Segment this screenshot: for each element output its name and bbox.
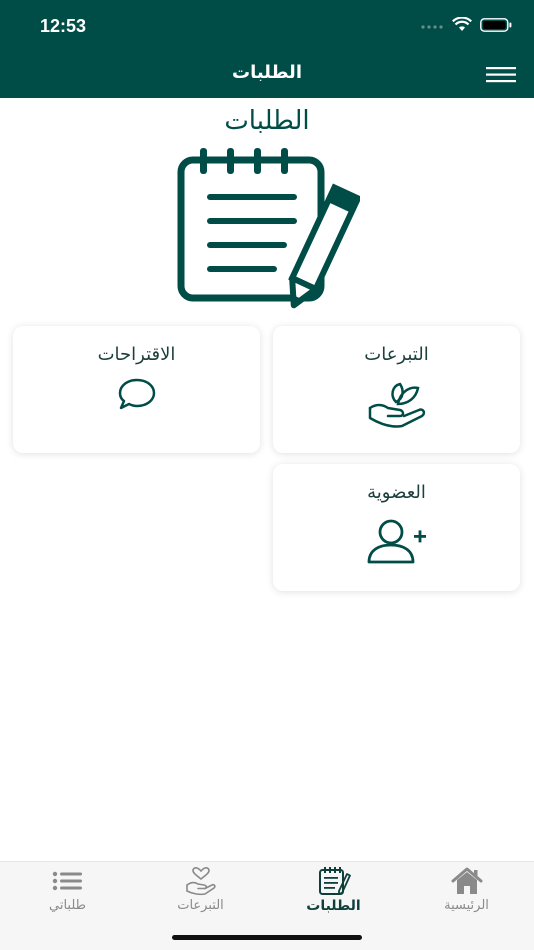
tab-label: الطلبات	[306, 898, 361, 914]
status-time: 12:53	[40, 16, 87, 36]
notepad-icon	[317, 866, 351, 900]
card-label: التبرعات	[364, 344, 429, 365]
list-icon	[51, 866, 85, 900]
tab-donations[interactable]: التبرعات	[134, 862, 267, 922]
speech-bubble-icon	[117, 376, 157, 416]
hamburger-menu-button[interactable]	[486, 64, 518, 86]
hand-heart-icon	[184, 866, 218, 900]
card-membership[interactable]: العضوية	[273, 464, 520, 591]
card-donations[interactable]: التبرعات	[273, 326, 520, 453]
hamburger-menu-icon	[486, 67, 516, 83]
tab-my-requests[interactable]: طلباتي	[1, 862, 134, 922]
add-user-icon	[365, 518, 429, 570]
tab-label: طلباتي	[49, 898, 86, 913]
hand-leaf-icon	[366, 378, 428, 434]
nav-bar: الطلبات	[0, 52, 534, 98]
wifi-icon	[452, 17, 472, 31]
card-label: العضوية	[367, 482, 426, 503]
status-bar: 12:53	[0, 0, 534, 52]
home-icon	[450, 866, 484, 900]
tab-home[interactable]: الرئيسية	[400, 862, 533, 922]
signal-icon	[421, 25, 443, 29]
battery-icon	[480, 18, 512, 32]
nav-title: الطلبات	[231, 62, 302, 83]
tab-requests[interactable]: الطلبات	[267, 862, 400, 922]
card-label: الاقتراحات	[97, 344, 176, 365]
tab-label: التبرعات	[177, 898, 224, 913]
card-suggestions[interactable]: الاقتراحات	[13, 326, 260, 453]
notepad-pencil-icon	[175, 146, 362, 315]
home-indicator	[172, 935, 362, 940]
status-icons	[420, 17, 512, 33]
tab-label: الرئيسية	[444, 898, 489, 913]
page-heading: الطلبات	[224, 106, 310, 136]
